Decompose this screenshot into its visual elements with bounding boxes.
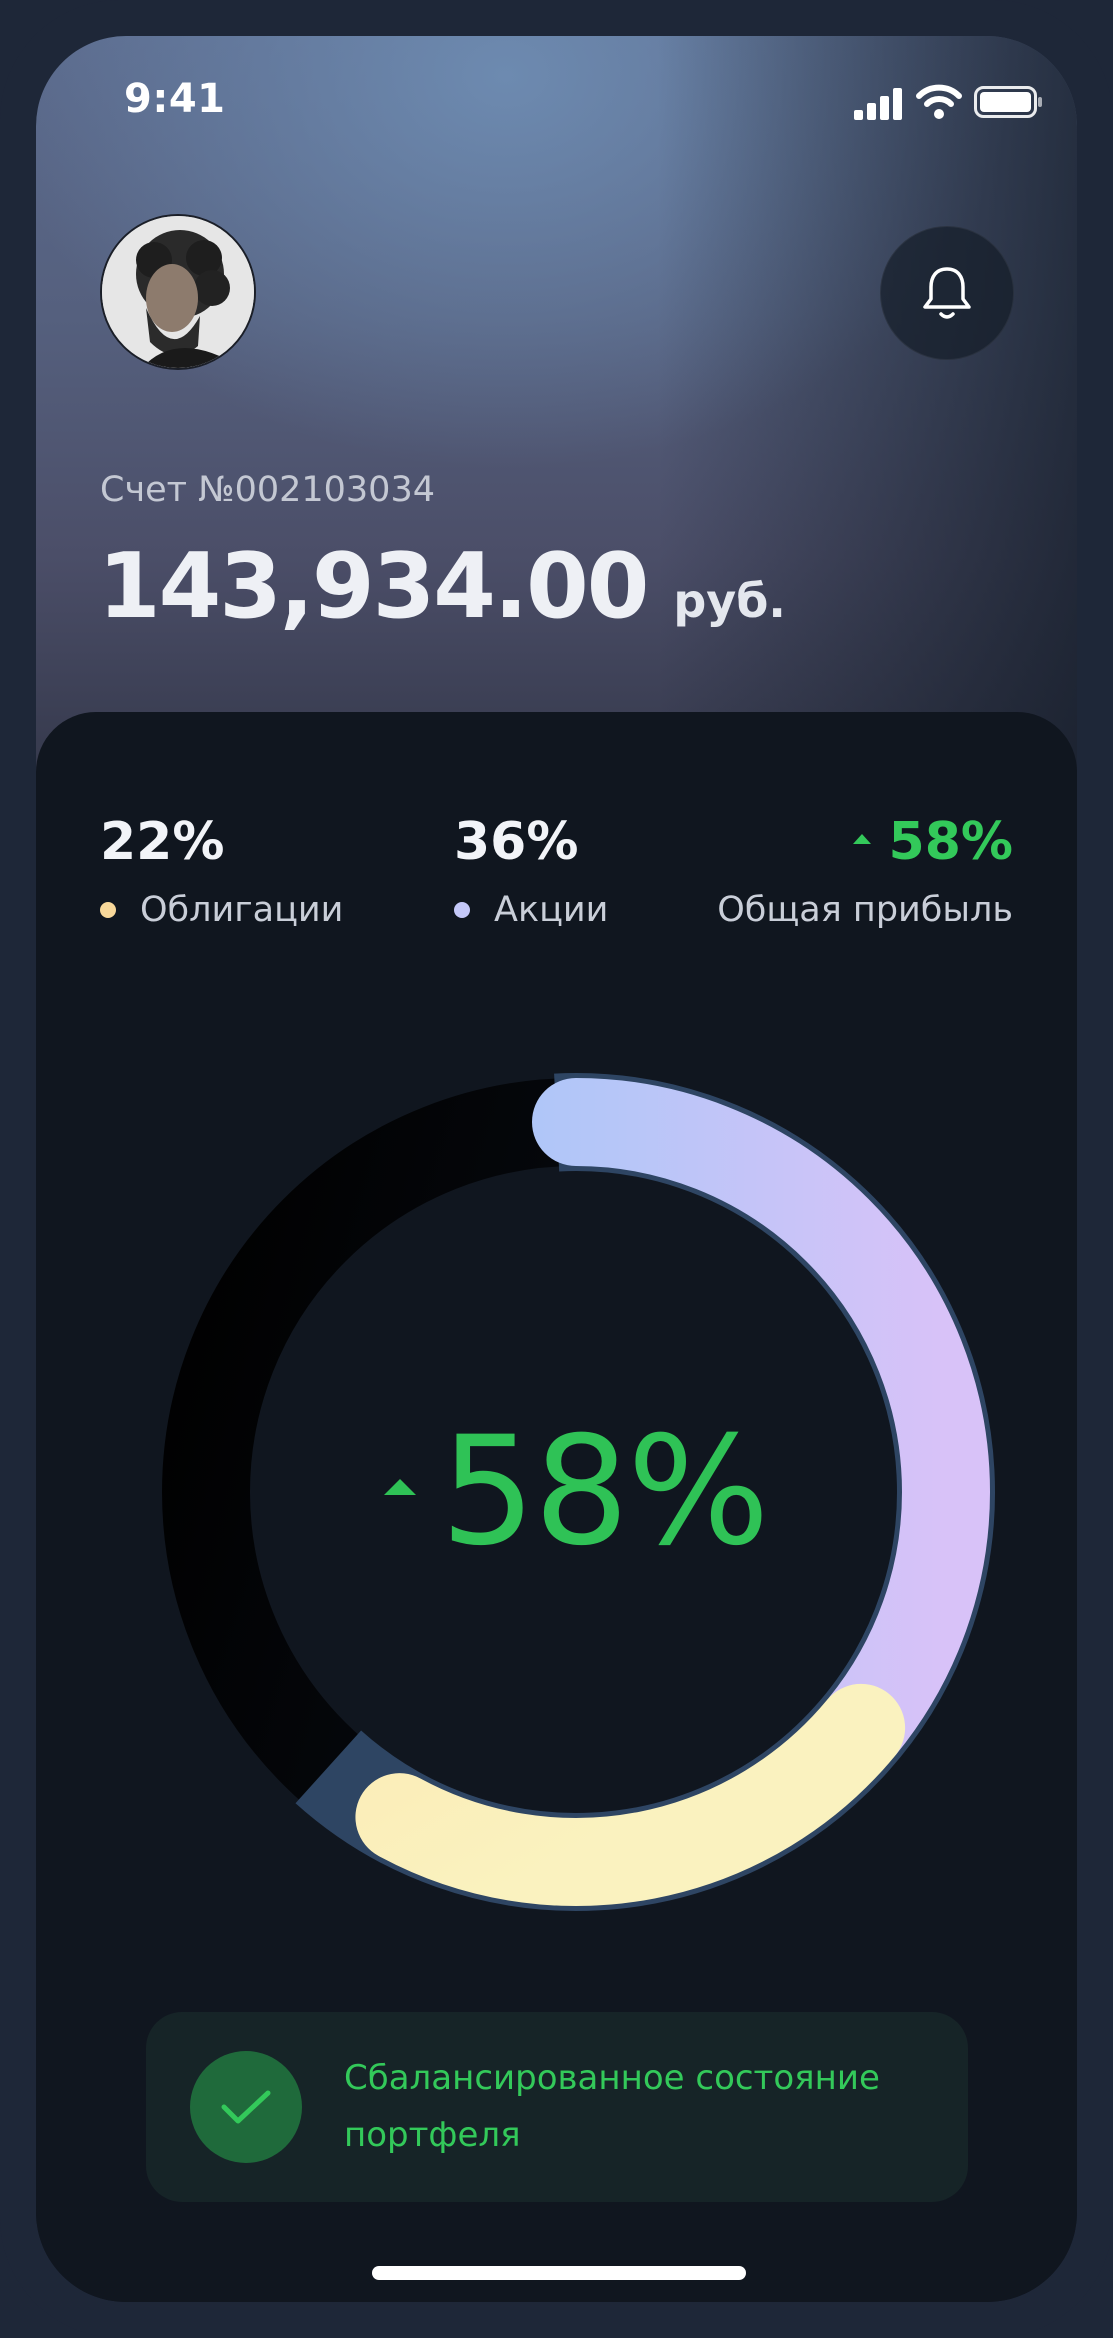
account-number: Счет №002103034 [100, 470, 435, 510]
donut-center-value: 58% [384, 1405, 770, 1579]
donut-center: 58% [136, 1052, 1016, 1932]
notifications-button[interactable] [880, 226, 1014, 360]
status-time: 9:41 [124, 76, 226, 122]
check-icon [190, 2051, 302, 2163]
battery-icon [974, 86, 1042, 118]
user-avatar[interactable] [100, 214, 256, 370]
center-trend-up-icon [384, 1479, 417, 1495]
stat-profit-value-row: 58% [717, 812, 1013, 872]
balance-amount: 143,934.00 [98, 534, 649, 639]
check-glyph [221, 2090, 271, 2124]
wifi-icon [916, 84, 962, 119]
status-bar: 9:41 [36, 36, 1077, 166]
trend-up-icon [852, 834, 871, 844]
stat-profit-label: Общая прибыль [717, 890, 1013, 930]
stat-profit[interactable]: 58% Общая прибыль [717, 812, 1013, 930]
stat-bonds-value: 22% [100, 812, 225, 872]
portfolio-status-text: Сбалансированное состояние портфеля [344, 2058, 880, 2155]
balance: 143,934.00 руб. [98, 534, 786, 639]
home-indicator[interactable] [372, 2266, 746, 2280]
balance-currency: руб. [673, 574, 786, 628]
stat-bonds-label: Облигации [140, 890, 344, 930]
stat-stocks[interactable]: 36% Акции [454, 812, 608, 930]
portfolio-panel: 22% Облигации 36% Акции 58% Общая прибыл… [36, 712, 1077, 2302]
stat-stocks-value: 36% [454, 812, 579, 872]
bell-icon [923, 267, 971, 319]
stat-bonds[interactable]: 22% Облигации [100, 812, 343, 930]
donut-center-label: 58% [440, 1405, 769, 1579]
stat-profit-value: 58% [888, 812, 1013, 872]
signal-icon [854, 88, 902, 120]
portfolio-status-banner[interactable]: Сбалансированное состояние портфеля [146, 2012, 968, 2202]
stat-bonds-label-row: Облигации [100, 890, 343, 930]
stat-stocks-label: Акции [494, 890, 609, 930]
stocks-legend-dot [454, 902, 470, 918]
bonds-legend-dot [100, 902, 116, 918]
avatar-image [102, 216, 254, 368]
stat-stocks-label-row: Акции [454, 890, 608, 930]
app-screen: 9:41 Счет №002103034 143,934.00 руб. 22%… [36, 36, 1077, 2302]
portfolio-donut-chart: 58% [136, 1052, 1016, 1932]
phone-frame: 9:41 Счет №002103034 143,934.00 руб. 22%… [0, 0, 1113, 2338]
